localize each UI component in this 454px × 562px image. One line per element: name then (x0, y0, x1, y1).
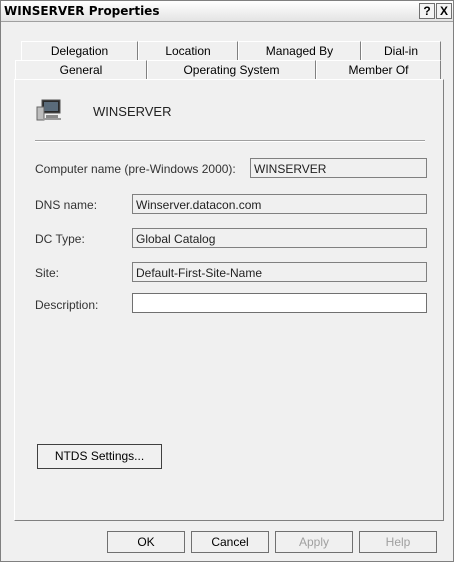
properties-dialog: WINSERVER Properties ? X Delegation Loca… (0, 0, 454, 562)
computer-name-label: Computer name (pre-Windows 2000): (35, 162, 236, 176)
dc-type-label: DC Type: (35, 232, 85, 246)
tab-location[interactable]: Location (138, 41, 238, 60)
site-field[interactable]: Default-First-Site-Name (132, 262, 427, 282)
close-title-button[interactable]: X (436, 3, 452, 19)
tab-managed-by[interactable]: Managed By (238, 41, 361, 60)
general-panel: WINSERVER Computer name (pre-Windows 200… (14, 79, 444, 521)
computer-name-field[interactable]: WINSERVER (250, 158, 427, 178)
tab-dial-in[interactable]: Dial-in (361, 41, 441, 60)
tab-operating-system[interactable]: Operating System (147, 60, 316, 79)
apply-button[interactable]: Apply (275, 531, 353, 553)
ntds-settings-button[interactable]: NTDS Settings... (37, 444, 162, 469)
tab-member-of[interactable]: Member Of (316, 60, 441, 79)
description-label: Description: (35, 298, 99, 312)
computer-icon (36, 98, 64, 122)
separator (35, 140, 425, 142)
dns-name-label: DNS name: (35, 198, 98, 212)
cancel-button[interactable]: Cancel (191, 531, 269, 553)
site-label: Site: (35, 266, 60, 280)
dns-name-field[interactable]: Winserver.datacon.com (132, 194, 427, 214)
title-bar[interactable]: WINSERVER Properties ? X (1, 1, 453, 22)
window-title: WINSERVER Properties (4, 4, 160, 18)
tab-general[interactable]: General (15, 60, 147, 81)
dc-type-field[interactable]: Global Catalog (132, 228, 427, 248)
help-title-button[interactable]: ? (419, 3, 435, 19)
help-button[interactable]: Help (359, 531, 437, 553)
tab-delegation[interactable]: Delegation (21, 41, 138, 60)
ok-button[interactable]: OK (107, 531, 185, 553)
description-input[interactable] (132, 293, 427, 313)
computer-name-heading: WINSERVER (93, 104, 172, 119)
